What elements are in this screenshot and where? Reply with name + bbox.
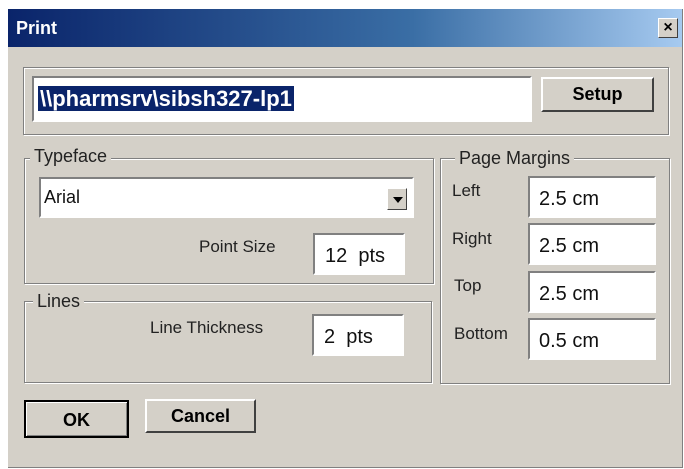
dialog-title: Print (16, 18, 58, 38)
margin-right-value: 2.5 cm (539, 235, 600, 257)
point-size-value: 12 pts (325, 245, 386, 267)
point-size-field[interactable]: 12 pts (313, 233, 405, 275)
margin-left-value: 2.5 cm (539, 188, 600, 210)
page-margins-group-label: Page Margins (455, 148, 575, 168)
margin-bottom-value: 0.5 cm (539, 330, 600, 352)
margin-top-value: 2.5 cm (539, 283, 600, 305)
title-bar[interactable]: Print × (8, 9, 682, 47)
lines-group-label: Lines (33, 291, 85, 311)
close-icon: × (663, 19, 673, 36)
point-size-label: Point Size (199, 237, 276, 256)
margin-bottom-field[interactable]: 0.5 cm (528, 318, 656, 360)
chevron-down-icon[interactable] (387, 188, 407, 210)
typeface-select[interactable]: Arial (39, 177, 414, 218)
margin-left-field[interactable]: 2.5 cm (528, 176, 656, 218)
typeface-select-value: Arial (44, 187, 81, 207)
margin-right-label: Right (452, 229, 492, 248)
printer-name-field[interactable]: \\pharmsrv\sibsh327-lp1 (32, 76, 532, 122)
line-thickness-value: 2 pts (324, 326, 373, 348)
margin-right-field[interactable]: 2.5 cm (528, 223, 656, 265)
margin-left-label: Left (452, 181, 481, 200)
margin-top-field[interactable]: 2.5 cm (528, 271, 656, 313)
margin-bottom-label: Bottom (454, 324, 508, 343)
print-dialog: Print × \\pharmsrv\sibsh327-lp1 Setup Ty… (8, 9, 683, 468)
margin-top-label: Top (454, 276, 482, 295)
cancel-button[interactable]: Cancel (145, 399, 256, 433)
close-button[interactable]: × (658, 18, 678, 38)
typeface-group-label: Typeface (30, 146, 112, 166)
line-thickness-label: Line Thickness (150, 318, 264, 337)
line-thickness-field[interactable]: 2 pts (312, 314, 404, 356)
ok-button[interactable]: OK (24, 400, 129, 438)
printer-name-selected-text: \\pharmsrv\sibsh327-lp1 (38, 86, 294, 111)
setup-button[interactable]: Setup (541, 77, 654, 112)
